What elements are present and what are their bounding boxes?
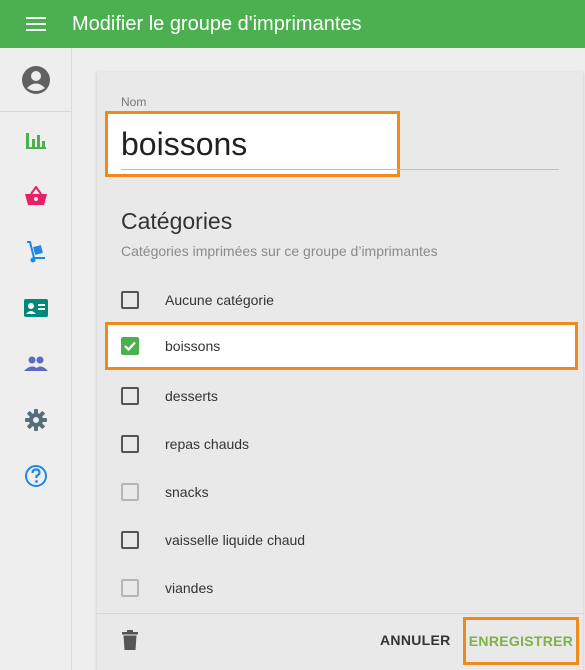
page-title: Modifier le groupe d'imprimantes	[72, 12, 362, 35]
hand-truck-icon	[26, 241, 45, 263]
category-checkbox-checked[interactable]	[121, 337, 139, 355]
app-bar: Modifier le groupe d'imprimantes	[0, 0, 585, 48]
category-row-repas-chauds[interactable]: repas chauds	[97, 420, 583, 468]
sidebar-item-stats[interactable]	[0, 112, 71, 168]
sidebar-item-orders[interactable]	[0, 168, 71, 224]
category-label: desserts	[165, 388, 218, 404]
save-button[interactable]: ENREGISTRER	[463, 617, 579, 665]
name-input-underline	[121, 169, 559, 170]
edit-printer-group-card: Nom boissons Catégories Catégories impri…	[97, 72, 583, 670]
category-row-boissons[interactable]: boissons	[105, 322, 578, 370]
bar-chart-icon	[25, 133, 46, 149]
category-checkbox[interactable]	[121, 387, 139, 405]
cancel-button[interactable]: ANNULER	[380, 632, 451, 648]
category-checkbox[interactable]	[121, 291, 139, 309]
sidebar-item-help[interactable]	[0, 448, 71, 504]
category-label: boissons	[165, 338, 221, 354]
sidebar-item-delivery[interactable]	[0, 224, 71, 280]
card-actions: ANNULER ENREGISTRER	[97, 613, 583, 670]
category-row-desserts[interactable]: desserts	[97, 372, 583, 420]
category-label: viandes	[165, 580, 214, 596]
categories-title: Catégories	[121, 208, 233, 234]
category-checkbox-disabled[interactable]	[121, 579, 139, 597]
category-checkbox-disabled[interactable]	[121, 483, 139, 501]
category-row-viandes[interactable]: viandes	[97, 564, 583, 612]
category-row-snacks[interactable]: snacks	[97, 468, 583, 516]
people-icon	[23, 356, 48, 371]
contact-card-icon	[23, 299, 48, 317]
sidebar	[0, 48, 72, 670]
category-label: Aucune catégorie	[165, 292, 274, 308]
category-checkbox[interactable]	[121, 531, 139, 549]
sidebar-item-contacts[interactable]	[0, 280, 71, 336]
name-input[interactable]: boissons	[121, 122, 247, 166]
sidebar-account[interactable]	[0, 48, 71, 112]
hamburger-menu-icon	[26, 17, 46, 31]
sidebar-item-users[interactable]	[0, 336, 71, 392]
category-row-none[interactable]: Aucune catégorie	[97, 276, 583, 324]
delete-button[interactable]	[122, 630, 142, 654]
name-label: Nom	[121, 95, 147, 109]
settings-gear-icon	[24, 409, 47, 431]
categories-subtitle: Catégories imprimées sur ce groupe d’imp…	[121, 243, 438, 259]
category-row-vaisselle[interactable]: vaisselle liquide chaud	[97, 516, 583, 564]
account-circle-icon	[21, 65, 50, 94]
check-icon	[124, 341, 136, 352]
menu-button[interactable]	[0, 0, 72, 48]
help-circle-icon	[24, 465, 47, 487]
category-checkbox[interactable]	[121, 435, 139, 453]
category-label: vaisselle liquide chaud	[165, 532, 306, 548]
category-label: snacks	[165, 484, 209, 500]
trash-icon	[122, 630, 138, 650]
category-label: repas chauds	[165, 436, 250, 452]
shopping-basket-icon	[24, 186, 47, 205]
sidebar-item-settings[interactable]	[0, 392, 71, 448]
